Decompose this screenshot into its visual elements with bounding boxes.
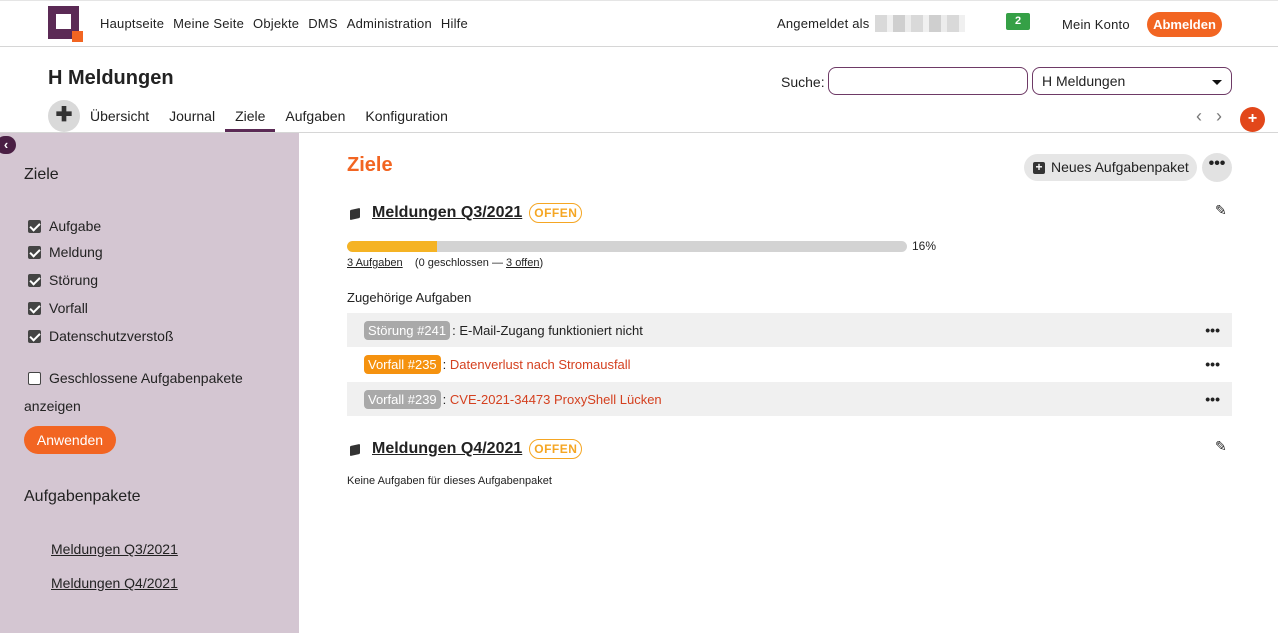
project-select-value: H Meldungen (1042, 73, 1126, 89)
related-tasks-label: Zugehörige Aufgaben (347, 290, 472, 305)
page-title: Ziele (347, 154, 393, 176)
more-icon[interactable]: ••• (1205, 391, 1220, 407)
package-icon (349, 207, 362, 220)
top-bar: Hauptseite Meine Seite Objekte DMS Admin… (0, 0, 1278, 47)
project-title: H Meldungen (48, 67, 174, 89)
chevron-down-icon (1212, 80, 1222, 85)
filter-label: Vorfall (49, 300, 88, 316)
tab-ziele[interactable]: Ziele (225, 100, 276, 132)
username-redacted[interactable] (875, 15, 965, 32)
package-icon (349, 443, 362, 456)
task-title[interactable]: CVE-2021-34473 ProxyShell Lücken (450, 392, 662, 407)
task-title[interactable]: E-Mail-Zugang funktioniert nicht (459, 323, 643, 338)
more-icon[interactable]: ••• (1202, 153, 1232, 182)
progress-label: 16% (912, 239, 937, 253)
filter-stoerung[interactable]: Störung (28, 270, 98, 290)
sidebar-package-link[interactable]: Meldungen Q4/2021 (51, 575, 178, 591)
new-package-label: Neues Aufgabenpaket (1051, 159, 1189, 175)
filter-aufgabe[interactable]: Aufgabe (28, 216, 101, 236)
tab-konfiguration[interactable]: Konfiguration (355, 100, 458, 132)
task-separator: : (442, 391, 447, 407)
chevron-left-icon[interactable]: ‹ (1196, 106, 1202, 127)
logo-icon[interactable] (48, 6, 83, 42)
chevron-right-icon[interactable]: › (1216, 106, 1222, 127)
main-nav: Hauptseite Meine Seite Objekte DMS Admin… (100, 16, 468, 31)
task-summary: 3 Aufgaben (0 geschlossen — 3 offen) (347, 257, 543, 269)
package-name-link[interactable]: Meldungen Q4/2021 (372, 440, 522, 458)
show-closed-label: Geschlossene Aufgabenpakete (49, 370, 243, 386)
status-badge: OFFEN (529, 439, 583, 459)
empty-package-text: Keine Aufgaben für dieses Aufgabenpaket (347, 475, 552, 487)
add-icon[interactable]: + (1240, 107, 1265, 132)
close-paren: ) (539, 257, 544, 269)
checkbox[interactable] (28, 329, 41, 343)
sidebar-title: Ziele (24, 166, 59, 183)
project-tabs: Übersicht Journal Ziele Aufgaben Konfigu… (80, 100, 458, 132)
show-closed-option[interactable]: Geschlossene Aufgabenpakete anzeigen (24, 364, 268, 420)
plus-icon[interactable]: ✚ (48, 100, 80, 132)
filter-label: Datenschutzverstoß (49, 328, 174, 344)
task-title[interactable]: Datenverlust nach Stromausfall (450, 357, 631, 372)
project-select[interactable]: H Meldungen (1032, 67, 1232, 95)
filter-meldung[interactable]: Meldung (28, 242, 103, 262)
filter-label: Aufgabe (49, 218, 102, 234)
task-row[interactable]: Störung #241 : E-Mail-Zugang funktionier… (347, 313, 1232, 347)
tasks-link[interactable]: 3 Aufgaben (347, 257, 403, 269)
nav-meine-seite[interactable]: Meine Seite (173, 16, 244, 31)
tab-journal[interactable]: Journal (159, 100, 225, 132)
more-icon[interactable]: ••• (1205, 356, 1220, 372)
package-header: Meldungen Q4/2021 OFFEN (349, 439, 583, 459)
checkbox[interactable] (28, 273, 41, 287)
search-label: Suche: (781, 74, 825, 90)
task-separator: : (442, 356, 447, 372)
tab-uebersicht[interactable]: Übersicht (80, 100, 159, 132)
checkbox[interactable] (28, 219, 41, 233)
plus-square-icon: + (1033, 161, 1045, 174)
checkbox[interactable] (28, 371, 41, 385)
task-separator: : (452, 322, 456, 338)
notification-badge[interactable]: 2 (1006, 13, 1030, 30)
my-account-link[interactable]: Mein Konto (1062, 17, 1130, 32)
nav-administration[interactable]: Administration (347, 16, 432, 31)
packages-title: Aufgabenpakete (24, 488, 141, 505)
more-icon[interactable]: ••• (1205, 322, 1220, 338)
nav-hauptseite[interactable]: Hauptseite (100, 16, 164, 31)
tab-aufgaben[interactable]: Aufgaben (275, 100, 355, 132)
logged-in-label: Angemeldet als (777, 16, 870, 31)
pencil-icon[interactable]: ✎ (1215, 202, 1227, 219)
show-closed-label-cont: anzeigen (24, 398, 81, 414)
checkbox[interactable] (28, 301, 41, 315)
apply-button[interactable]: Anwenden (24, 426, 116, 454)
nav-objekte[interactable]: Objekte (253, 16, 299, 31)
task-row[interactable]: Vorfall #239 : CVE-2021-34473 ProxyShell… (347, 382, 1232, 416)
nav-dms[interactable]: DMS (308, 16, 338, 31)
closed-count: (0 geschlossen — (414, 257, 503, 269)
nav-hilfe[interactable]: Hilfe (441, 16, 468, 31)
status-badge: OFFEN (529, 203, 583, 223)
sidebar: ‹ Ziele Aufgabe Meldung Störung Vorfall … (0, 133, 299, 633)
task-tag[interactable]: Vorfall #239 (364, 389, 441, 409)
task-row[interactable]: Vorfall #235 : Datenverlust nach Stromau… (347, 347, 1232, 381)
task-tag[interactable]: Störung #241 (364, 320, 451, 340)
pencil-icon[interactable]: ✎ (1215, 438, 1227, 455)
progress-bar (347, 241, 907, 252)
package-header: Meldungen Q3/2021 OFFEN (349, 203, 583, 223)
checkbox[interactable] (28, 245, 41, 259)
open-link[interactable]: 3 offen (506, 257, 539, 269)
progress-fill (347, 241, 437, 252)
task-tag[interactable]: Vorfall #235 (364, 354, 441, 374)
collapse-icon[interactable]: ‹ (0, 136, 16, 154)
filter-label: Störung (49, 272, 99, 288)
search-input[interactable] (828, 67, 1028, 95)
filter-label: Meldung (49, 244, 103, 260)
filter-vorfall[interactable]: Vorfall (28, 298, 88, 318)
package-name-link[interactable]: Meldungen Q3/2021 (372, 204, 522, 222)
new-package-button[interactable]: + Neues Aufgabenpaket (1024, 154, 1197, 181)
logout-button[interactable]: Abmelden (1147, 12, 1222, 37)
sidebar-package-link[interactable]: Meldungen Q3/2021 (51, 541, 178, 557)
filter-datenschutzverstoss[interactable]: Datenschutzverstoß (28, 326, 174, 346)
